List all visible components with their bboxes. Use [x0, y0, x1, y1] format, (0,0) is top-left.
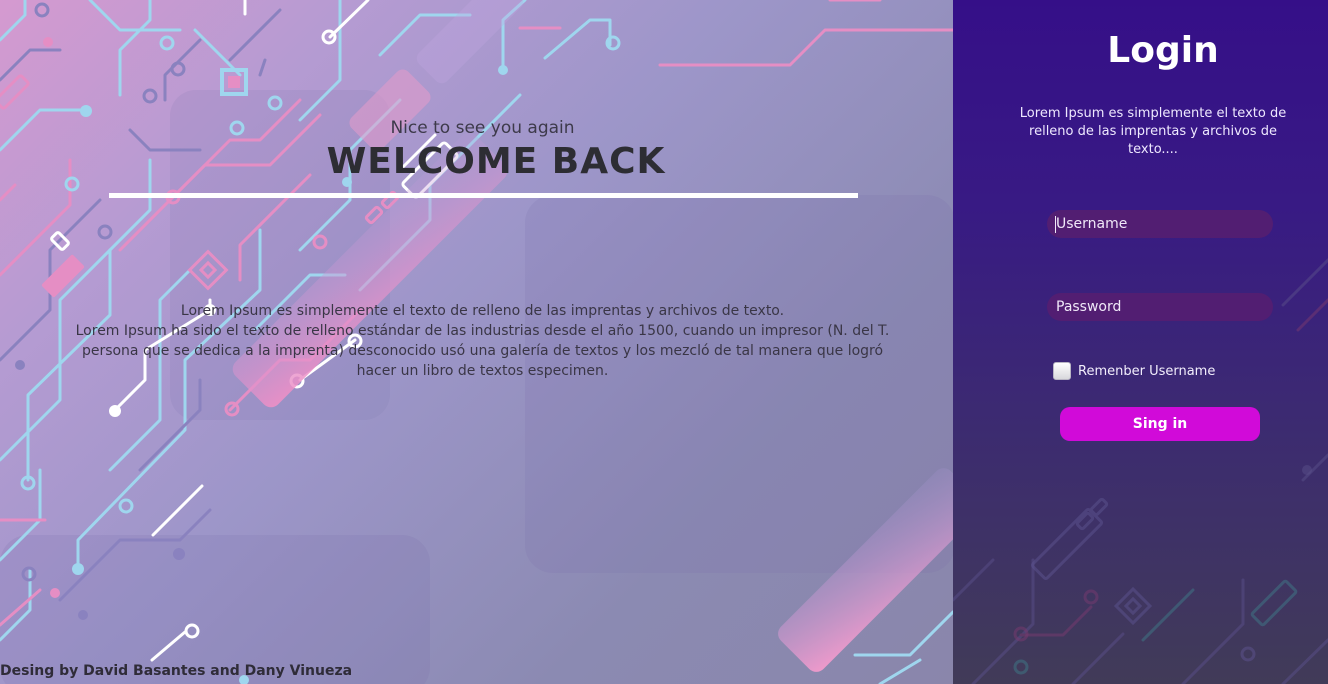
login-title: Login — [1107, 30, 1219, 71]
username-input[interactable] — [1047, 210, 1273, 238]
paragraph-line: hacer un libro de textos especimen. — [356, 363, 609, 379]
login-description: Lorem Ipsum es simplemente el texto de r… — [1019, 106, 1287, 157]
text-cursor — [1055, 216, 1056, 233]
circuit-board-background-icon — [953, 258, 1328, 684]
login-panel: Login Lorem Ipsum es simplemente el text… — [953, 0, 1328, 684]
welcome-panel: Nice to see you again WELCOME BACK Lorem… — [0, 0, 953, 684]
sign-in-button[interactable]: Sing in — [1060, 407, 1260, 441]
remember-username-label[interactable]: Remenber Username — [1078, 364, 1215, 379]
title-divider — [109, 193, 858, 198]
remember-username-checkbox[interactable] — [1053, 362, 1071, 380]
paragraph-line: Lorem Ipsum es simplemente el texto de r… — [180, 303, 785, 319]
paragraph-line: persona que se dedica a la imprenta) des… — [81, 343, 884, 359]
welcome-paragraph: Lorem Ipsum es simplemente el texto de r… — [40, 301, 925, 381]
design-credit: Desing by David Basantes and Dany Vinuez… — [0, 663, 353, 679]
remember-username-row[interactable]: Remenber Username — [1053, 362, 1215, 380]
welcome-subtitle: Nice to see you again — [390, 118, 575, 138]
paragraph-line: Lorem Ipsum ha sido el texto de relleno … — [75, 323, 890, 339]
welcome-title: WELCOME BACK — [326, 141, 666, 182]
password-input[interactable] — [1047, 293, 1273, 321]
